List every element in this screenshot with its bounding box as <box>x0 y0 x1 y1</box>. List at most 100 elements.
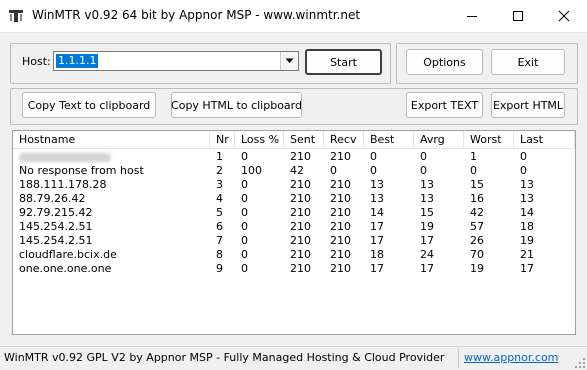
cell-recv: 210 <box>330 150 351 163</box>
cell-nr: 3 <box>216 178 223 191</box>
cell-best: 13 <box>370 192 384 205</box>
cell-recv: 210 <box>330 178 351 191</box>
cell-recv: 210 <box>330 192 351 205</box>
cell-worst: 42 <box>470 206 484 219</box>
resize-grip-icon[interactable] <box>575 358 585 368</box>
cell-hostname: No response from host <box>19 164 144 177</box>
maximize-icon <box>513 11 523 21</box>
cell-hostname <box>13 150 111 164</box>
cell-worst: 19 <box>470 262 484 275</box>
cell-loss: 0 <box>241 192 248 205</box>
cell-hostname: cloudflare.bcix.de <box>19 248 117 261</box>
cell-hostname: 145.254.2.51 <box>19 234 93 247</box>
start-button[interactable]: Start <box>305 49 382 75</box>
results-table[interactable]: Hostname Nr Loss % Sent Recv Best Avrg W… <box>12 130 576 335</box>
cell-nr: 2 <box>216 164 223 177</box>
table-row[interactable]: 145.254.2.51 7 0 210 210 17 17 26 19 <box>13 234 575 248</box>
cell-avrg: 0 <box>420 164 427 177</box>
cell-sent: 42 <box>290 164 304 177</box>
column-header-avrg[interactable]: Avrg <box>414 131 464 148</box>
table-row[interactable]: 145.254.2.51 6 0 210 210 17 19 57 18 <box>13 220 575 234</box>
cell-worst: 0 <box>470 164 477 177</box>
cell-worst: 26 <box>470 234 484 247</box>
cell-last: 19 <box>520 234 534 247</box>
column-header-loss[interactable]: Loss % <box>235 131 284 148</box>
cell-nr: 1 <box>216 150 223 163</box>
cell-recv: 0 <box>330 164 337 177</box>
table-row[interactable]: cloudflare.bcix.de 8 0 210 210 18 24 70 21 <box>13 248 575 262</box>
cell-last: 0 <box>520 150 527 163</box>
column-header-hostname[interactable]: Hostname <box>13 131 210 148</box>
host-dropdown-button[interactable] <box>280 52 298 70</box>
close-button[interactable] <box>541 0 587 32</box>
column-header-best[interactable]: Best <box>364 131 414 148</box>
column-header-worst[interactable]: Worst <box>464 131 514 148</box>
cell-best: 17 <box>370 262 384 275</box>
status-bar: WinMTR v0.92 GPL V2 by Appnor MSP - Full… <box>0 346 587 370</box>
export-html-button[interactable]: Export HTML <box>491 92 565 118</box>
cell-sent: 210 <box>290 150 311 163</box>
cell-nr: 8 <box>216 248 223 261</box>
column-header-last[interactable]: Last <box>514 131 575 148</box>
cell-worst: 1 <box>470 150 477 163</box>
cell-hostname: 88.79.26.42 <box>19 192 86 205</box>
cell-avrg: 24 <box>420 248 434 261</box>
cell-sent: 210 <box>290 262 311 275</box>
status-text: WinMTR v0.92 GPL V2 by Appnor MSP - Full… <box>4 351 445 364</box>
cell-best: 18 <box>370 248 384 261</box>
host-input-value[interactable]: 1.1.1.1 <box>56 54 99 68</box>
cell-last: 14 <box>520 206 534 219</box>
cell-worst: 70 <box>470 248 484 261</box>
cell-hostname: 92.79.215.42 <box>19 206 93 219</box>
column-header-sent[interactable]: Sent <box>284 131 324 148</box>
cell-loss: 0 <box>241 220 248 233</box>
appnor-link[interactable]: www.appnor.com <box>464 351 558 364</box>
table-row[interactable]: one.one.one.one 9 0 210 210 17 17 19 17 <box>13 262 575 276</box>
cell-avrg: 17 <box>420 234 434 247</box>
table-row[interactable]: No response from host 2 100 42 0 0 0 0 0 <box>13 164 575 178</box>
cell-recv: 210 <box>330 234 351 247</box>
cell-nr: 9 <box>216 262 223 275</box>
column-header-nr[interactable]: Nr <box>210 131 235 148</box>
cell-worst: 15 <box>470 178 484 191</box>
window-title: WinMTR v0.92 64 bit by Appnor MSP - www.… <box>32 8 361 22</box>
export-text-button[interactable]: Export TEXT <box>406 92 483 118</box>
options-button[interactable]: Options <box>406 49 483 75</box>
maximize-button[interactable] <box>495 0 541 32</box>
cell-worst: 16 <box>470 192 484 205</box>
exit-button[interactable]: Exit <box>491 49 565 75</box>
host-combobox[interactable]: 1.1.1.1 <box>53 51 299 71</box>
title-bar[interactable]: WinMTR v0.92 64 bit by Appnor MSP - www.… <box>0 0 587 33</box>
cell-nr: 5 <box>216 206 223 219</box>
winmtr-app-icon <box>9 10 23 22</box>
table-header: Hostname Nr Loss % Sent Recv Best Avrg W… <box>13 131 575 149</box>
cell-best: 17 <box>370 234 384 247</box>
cell-sent: 210 <box>290 248 311 261</box>
minimize-button[interactable] <box>449 0 495 32</box>
copy-text-button[interactable]: Copy Text to clipboard <box>22 92 156 118</box>
cell-avrg: 19 <box>420 220 434 233</box>
cell-nr: 7 <box>216 234 223 247</box>
table-row[interactable]: 88.79.26.42 4 0 210 210 13 13 16 13 <box>13 192 575 206</box>
cell-nr: 6 <box>216 220 223 233</box>
table-row[interactable]: 1 0 210 210 0 0 1 0 <box>13 150 575 164</box>
column-header-recv[interactable]: Recv <box>324 131 364 148</box>
cell-last: 18 <box>520 220 534 233</box>
cell-recv: 210 <box>330 220 351 233</box>
cell-avrg: 13 <box>420 178 434 191</box>
cell-sent: 210 <box>290 178 311 191</box>
host-label: Host: <box>22 55 51 68</box>
cell-avrg: 0 <box>420 150 427 163</box>
cell-loss: 0 <box>241 206 248 219</box>
cell-best: 13 <box>370 178 384 191</box>
minimize-icon <box>467 16 477 17</box>
table-row[interactable]: 188.111.178.28 3 0 210 210 13 13 15 13 <box>13 178 575 192</box>
cell-avrg: 17 <box>420 262 434 275</box>
close-icon <box>558 10 570 22</box>
cell-hostname: 188.111.178.28 <box>19 178 107 191</box>
cell-recv: 210 <box>330 206 351 219</box>
table-row[interactable]: 92.79.215.42 5 0 210 210 14 15 42 14 <box>13 206 575 220</box>
cell-sent: 210 <box>290 234 311 247</box>
copy-html-button[interactable]: Copy HTML to clipboard <box>171 92 302 118</box>
cell-last: 13 <box>520 178 534 191</box>
